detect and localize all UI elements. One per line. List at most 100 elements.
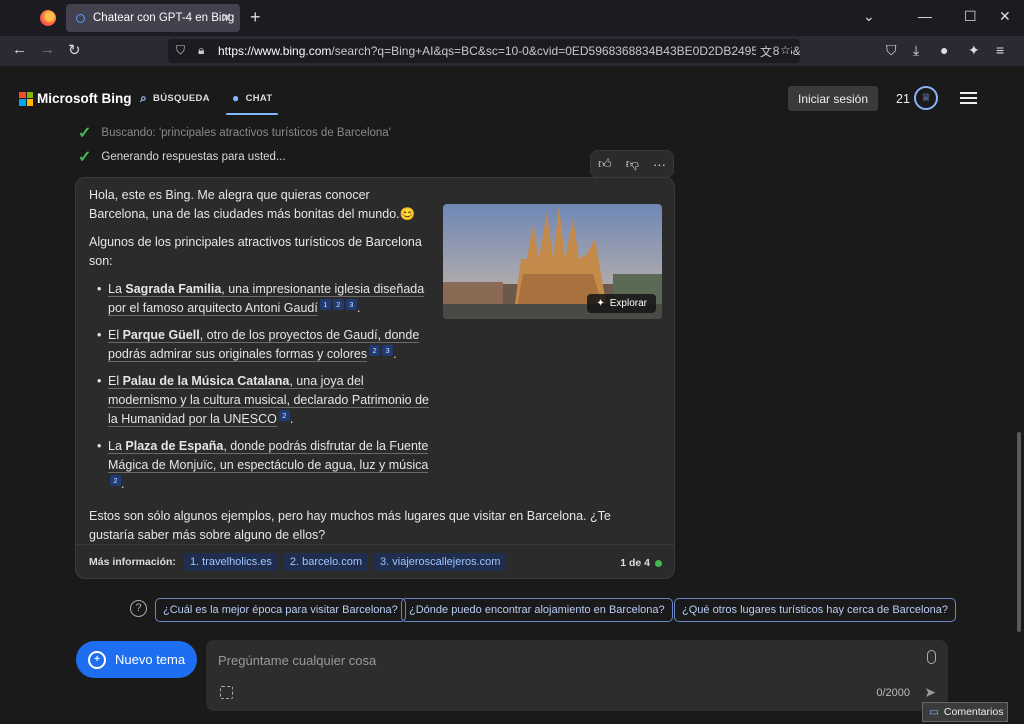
chat-icon: ● — [232, 91, 240, 105]
attractions-list: La Sagrada Familia, una impresionante ig… — [89, 280, 429, 495]
close-window-icon[interactable]: ✕ — [999, 8, 1011, 25]
thumbs-up-icon[interactable]: 👍︎ — [598, 156, 612, 172]
tab-chat-label: CHAT — [245, 92, 273, 104]
citation-badge[interactable]: 2 — [110, 475, 121, 487]
answer-lead: Algunos de los principales atractivos tu… — [89, 235, 422, 268]
bing-logo[interactable]: Microsoft Bing — [19, 91, 132, 106]
item-name: Palau de la Música Catalana — [122, 374, 290, 389]
chat-input[interactable] — [218, 650, 898, 670]
sagrada-familia-image[interactable]: ✦ Explorar — [443, 204, 662, 319]
minimize-icon[interactable]: — — [918, 8, 932, 24]
comment-icon: ▭ — [929, 706, 939, 718]
item-name: Plaza de España — [125, 439, 224, 454]
back-icon[interactable]: ← — [12, 41, 27, 58]
tab-active[interactable]: Chatear con GPT-4 en Bing ✕ — [66, 4, 240, 32]
nav-toolbar: ← → ↻ ⛉ 🔒︎ https://www.bing.com/search?q… — [0, 36, 1024, 66]
new-topic-button[interactable]: + Nuevo tema — [76, 641, 197, 678]
help-question-icon[interactable]: ? — [130, 600, 147, 617]
chevron-down-icon[interactable]: ⌄ — [863, 8, 875, 25]
citation-badge[interactable]: 2 — [278, 410, 290, 422]
source-link[interactable]: 2. barcelo.com — [283, 553, 369, 571]
new-topic-label: Nuevo tema — [115, 652, 186, 667]
url-rest: /search?q=Bing+AI&qs=BC&sc=10-0&cvid=0ED… — [331, 44, 800, 58]
citation-badge[interactable]: 2 — [369, 345, 381, 357]
more-options-icon[interactable]: ··· — [653, 157, 666, 172]
firefox-icon[interactable] — [40, 10, 56, 26]
status-generating: ✓ Generando respuestas para usted... — [78, 147, 286, 167]
list-item-link[interactable]: La Plaza de España, donde podrás disfrut… — [108, 439, 429, 474]
lock-icon[interactable]: 🔒︎ — [198, 43, 204, 58]
list-item: La Plaza de España, donde podrás disfrut… — [97, 437, 429, 494]
bing-chat-page: Microsoft Bing ⌕ BÚSQUEDA ● CHAT Iniciar… — [0, 66, 1024, 724]
suggestion-chip[interactable]: ¿Qué otros lugares turísticos hay cerca … — [674, 598, 956, 622]
learn-more-bar: Más información: 1. travelholics.es 2. b… — [76, 544, 674, 579]
tab-search[interactable]: ⌕ BÚSQUEDA — [140, 91, 210, 106]
list-item: La Sagrada Familia, una impresionante ig… — [97, 280, 429, 318]
profile-avatar-icon[interactable]: ● — [940, 42, 948, 58]
scrollbar[interactable] — [1017, 432, 1021, 632]
list-item: El Parque Güell, otro de los proyectos d… — [97, 326, 429, 364]
response-pager: 1 de 4 — [620, 557, 662, 569]
char-counter: 0/2000 — [876, 687, 910, 699]
pocket-icon[interactable]: ⛉ — [886, 42, 897, 59]
rewards-count[interactable]: 21 — [896, 92, 910, 106]
list-item-link[interactable]: La Sagrada Familia, una impresionante ig… — [108, 282, 425, 317]
tab-chat[interactable]: ● CHAT — [232, 91, 272, 105]
status-searching: ✓ Buscando: 'principales atractivos turí… — [78, 123, 391, 143]
translate-icon[interactable]: 文 — [756, 43, 773, 60]
shield-icon[interactable]: ⛉ — [176, 43, 185, 58]
status-generating-text: Generando respuestas para usted... — [101, 151, 286, 163]
answer-intro: Hola, este es Bing. Me alegra que quiera… — [89, 186, 429, 224]
search-icon — [76, 13, 85, 23]
answer-text: Hola, este es Bing. Me alegra que quiera… — [89, 186, 611, 554]
menu-icon[interactable]: ≡ — [996, 42, 1004, 58]
checkmark-icon: ✓ — [78, 149, 92, 166]
microphone-icon[interactable] — [927, 650, 936, 664]
tab-search-label: BÚSQUEDA — [153, 93, 210, 104]
url-bar[interactable]: ⛉ 🔒︎ https://www.bing.com/search?q=Bing+… — [168, 39, 800, 63]
item-prefix: El — [108, 328, 123, 343]
new-tab-icon[interactable]: + — [250, 7, 261, 28]
citation-badge[interactable]: 1 — [319, 299, 331, 310]
learn-more-label: Más información: — [89, 556, 176, 568]
message-actions: 👍︎ 👎︎ ··· — [590, 150, 674, 178]
answer-outro: Estos son sólo algunos ejemplos, pero ha… — [89, 508, 611, 542]
citation-badge[interactable]: 3 — [382, 345, 394, 357]
suggestion-chip[interactable]: ¿Cuál es la mejor época para visitar Bar… — [155, 598, 406, 622]
item-prefix: La — [108, 439, 126, 454]
source-link[interactable]: 3. viajeroscallejeros.com — [374, 553, 507, 571]
send-icon[interactable]: ➤ — [924, 684, 936, 701]
citation-badge[interactable]: 2 — [332, 299, 344, 310]
status-searching-text: Buscando: 'principales atractivos turíst… — [101, 127, 391, 139]
extensions-icon[interactable]: ✦ — [968, 42, 980, 59]
bookmark-star-icon[interactable]: ☆ — [780, 43, 791, 57]
visual-search-icon[interactable] — [220, 686, 233, 699]
list-item: El Palau de la Música Catalana, una joya… — [97, 372, 429, 429]
tab-close-icon[interactable]: ✕ — [221, 10, 232, 26]
active-tab-indicator — [226, 113, 278, 115]
tab-strip: Chatear con GPT-4 en Bing ✕ + ⌄ — ☐ ✕ — [0, 0, 1024, 36]
signin-button[interactable]: Iniciar sesión — [788, 86, 878, 111]
maximize-icon[interactable]: ☐ — [964, 8, 977, 25]
list-item-link[interactable]: El Palau de la Música Catalana, una joya… — [108, 374, 429, 428]
item-prefix: La — [108, 282, 126, 296]
feedback-button[interactable]: ▭ Comentarios — [922, 702, 1008, 722]
chat-composer: 0/2000 ➤ — [206, 640, 948, 711]
answer-intro-text: Hola, este es Bing. Me alegra que quiera… — [89, 188, 400, 221]
rewards-trophy-icon[interactable]: ♕ — [914, 86, 938, 110]
brand-name: Microsoft Bing — [37, 91, 132, 106]
citation-badge[interactable]: 3 — [345, 299, 357, 310]
source-link[interactable]: 1. travelholics.es — [183, 553, 278, 571]
forward-icon[interactable]: → — [40, 41, 55, 58]
answer-bubble: Hola, este es Bing. Me alegra que quiera… — [75, 177, 675, 579]
thumbs-down-icon[interactable]: 👎︎ — [626, 156, 639, 172]
pager-text: 1 de 4 — [620, 557, 650, 569]
explore-button[interactable]: ✦ Explorar — [587, 294, 656, 313]
tab-title: Chatear con GPT-4 en Bing — [93, 12, 235, 24]
reload-icon[interactable]: ↻ — [68, 41, 81, 59]
suggestion-chip[interactable]: ¿Dónde puedo encontrar alojamiento en Ba… — [401, 598, 673, 622]
smile-emoji-icon: 😊 — [399, 207, 416, 221]
hamburger-menu-icon[interactable] — [960, 92, 977, 104]
download-icon[interactable]: ⤓ — [913, 42, 919, 59]
status-dot-icon — [655, 559, 662, 567]
